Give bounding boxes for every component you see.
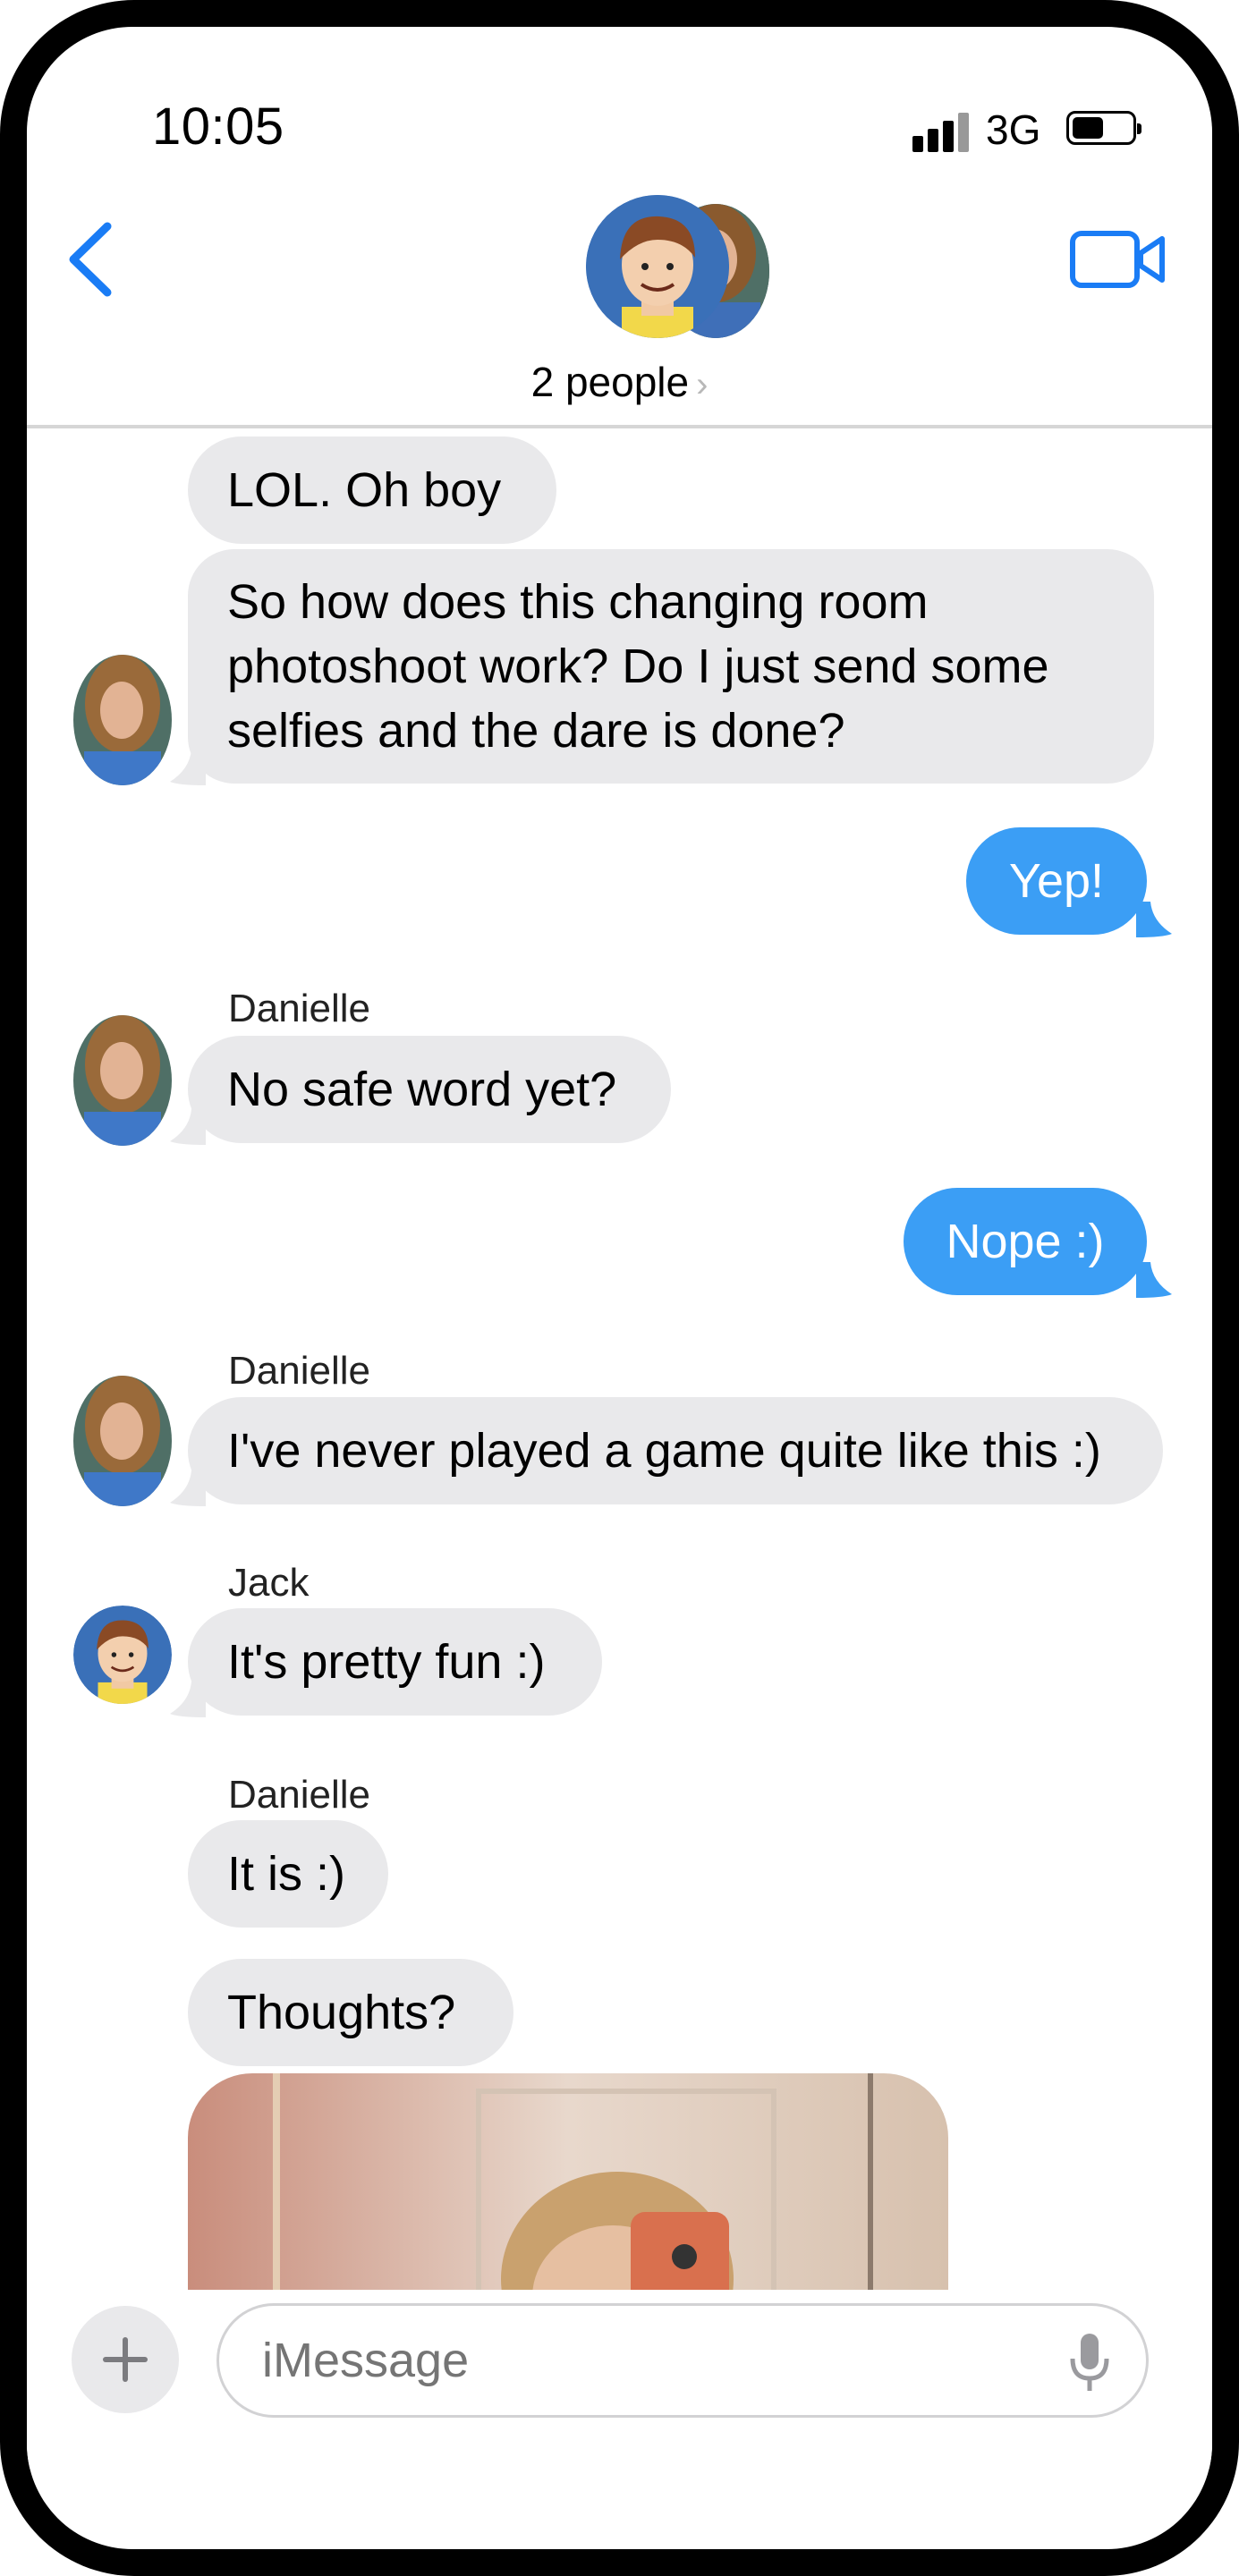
danielle-avatar[interactable] bbox=[73, 1015, 172, 1146]
bubble-tail bbox=[1136, 1262, 1172, 1298]
network-type: 3G bbox=[986, 106, 1041, 153]
bubble-tail bbox=[170, 1682, 206, 1717]
status-time: 10:05 bbox=[152, 97, 284, 156]
message-bubble[interactable]: Yep! bbox=[966, 827, 1147, 935]
message-input[interactable] bbox=[216, 2303, 1149, 2418]
message-bubble[interactable]: Thoughts? bbox=[188, 1959, 513, 2066]
sender-name: Danielle bbox=[228, 1773, 370, 1817]
plus-icon bbox=[103, 2337, 148, 2382]
danielle-avatar[interactable] bbox=[73, 1376, 172, 1506]
plus-button[interactable] bbox=[72, 2306, 179, 2413]
signal-icon bbox=[912, 107, 975, 152]
chevron-right-icon: › bbox=[696, 365, 709, 404]
participants-button[interactable]: 2 people › bbox=[27, 358, 1212, 406]
message-bubble[interactable]: No safe word yet? bbox=[188, 1036, 671, 1143]
message-bubble[interactable]: It's pretty fun :) bbox=[188, 1608, 602, 1716]
screen: 10:05 3G 2 people › LOL. Oh boy So how d… bbox=[27, 27, 1212, 2549]
chevron-left-icon[interactable] bbox=[63, 219, 116, 300]
header-divider bbox=[27, 425, 1212, 428]
message-bubble[interactable]: Nope :) bbox=[904, 1188, 1147, 1295]
participants-label: 2 people bbox=[530, 359, 690, 405]
danielle-avatar[interactable] bbox=[73, 655, 172, 785]
video-camera-icon[interactable] bbox=[1069, 228, 1167, 291]
photo-attachment[interactable] bbox=[188, 2073, 948, 2315]
sender-name: Jack bbox=[228, 1561, 310, 1605]
message-bubble[interactable]: LOL. Oh boy bbox=[188, 436, 556, 544]
sender-name: Danielle bbox=[228, 1349, 370, 1393]
battery-icon bbox=[1066, 111, 1141, 145]
bubble-tail bbox=[1136, 902, 1172, 937]
group-avatar[interactable] bbox=[586, 195, 769, 338]
jack-avatar bbox=[586, 195, 729, 338]
message-bubble[interactable]: I've never played a game quite like this… bbox=[188, 1397, 1163, 1504]
sender-name: Danielle bbox=[228, 987, 370, 1030]
message-bubble[interactable]: It is :) bbox=[188, 1820, 388, 1928]
bubble-tail bbox=[170, 1109, 206, 1145]
bubble-tail bbox=[170, 750, 206, 785]
message-bubble[interactable]: So how does this changing room photoshoo… bbox=[188, 549, 1154, 784]
microphone-icon[interactable] bbox=[1067, 2332, 1112, 2394]
jack-avatar[interactable] bbox=[73, 1606, 172, 1704]
phone-frame: 10:05 3G 2 people › LOL. Oh boy So how d… bbox=[0, 0, 1239, 2576]
bubble-tail bbox=[170, 1470, 206, 1506]
